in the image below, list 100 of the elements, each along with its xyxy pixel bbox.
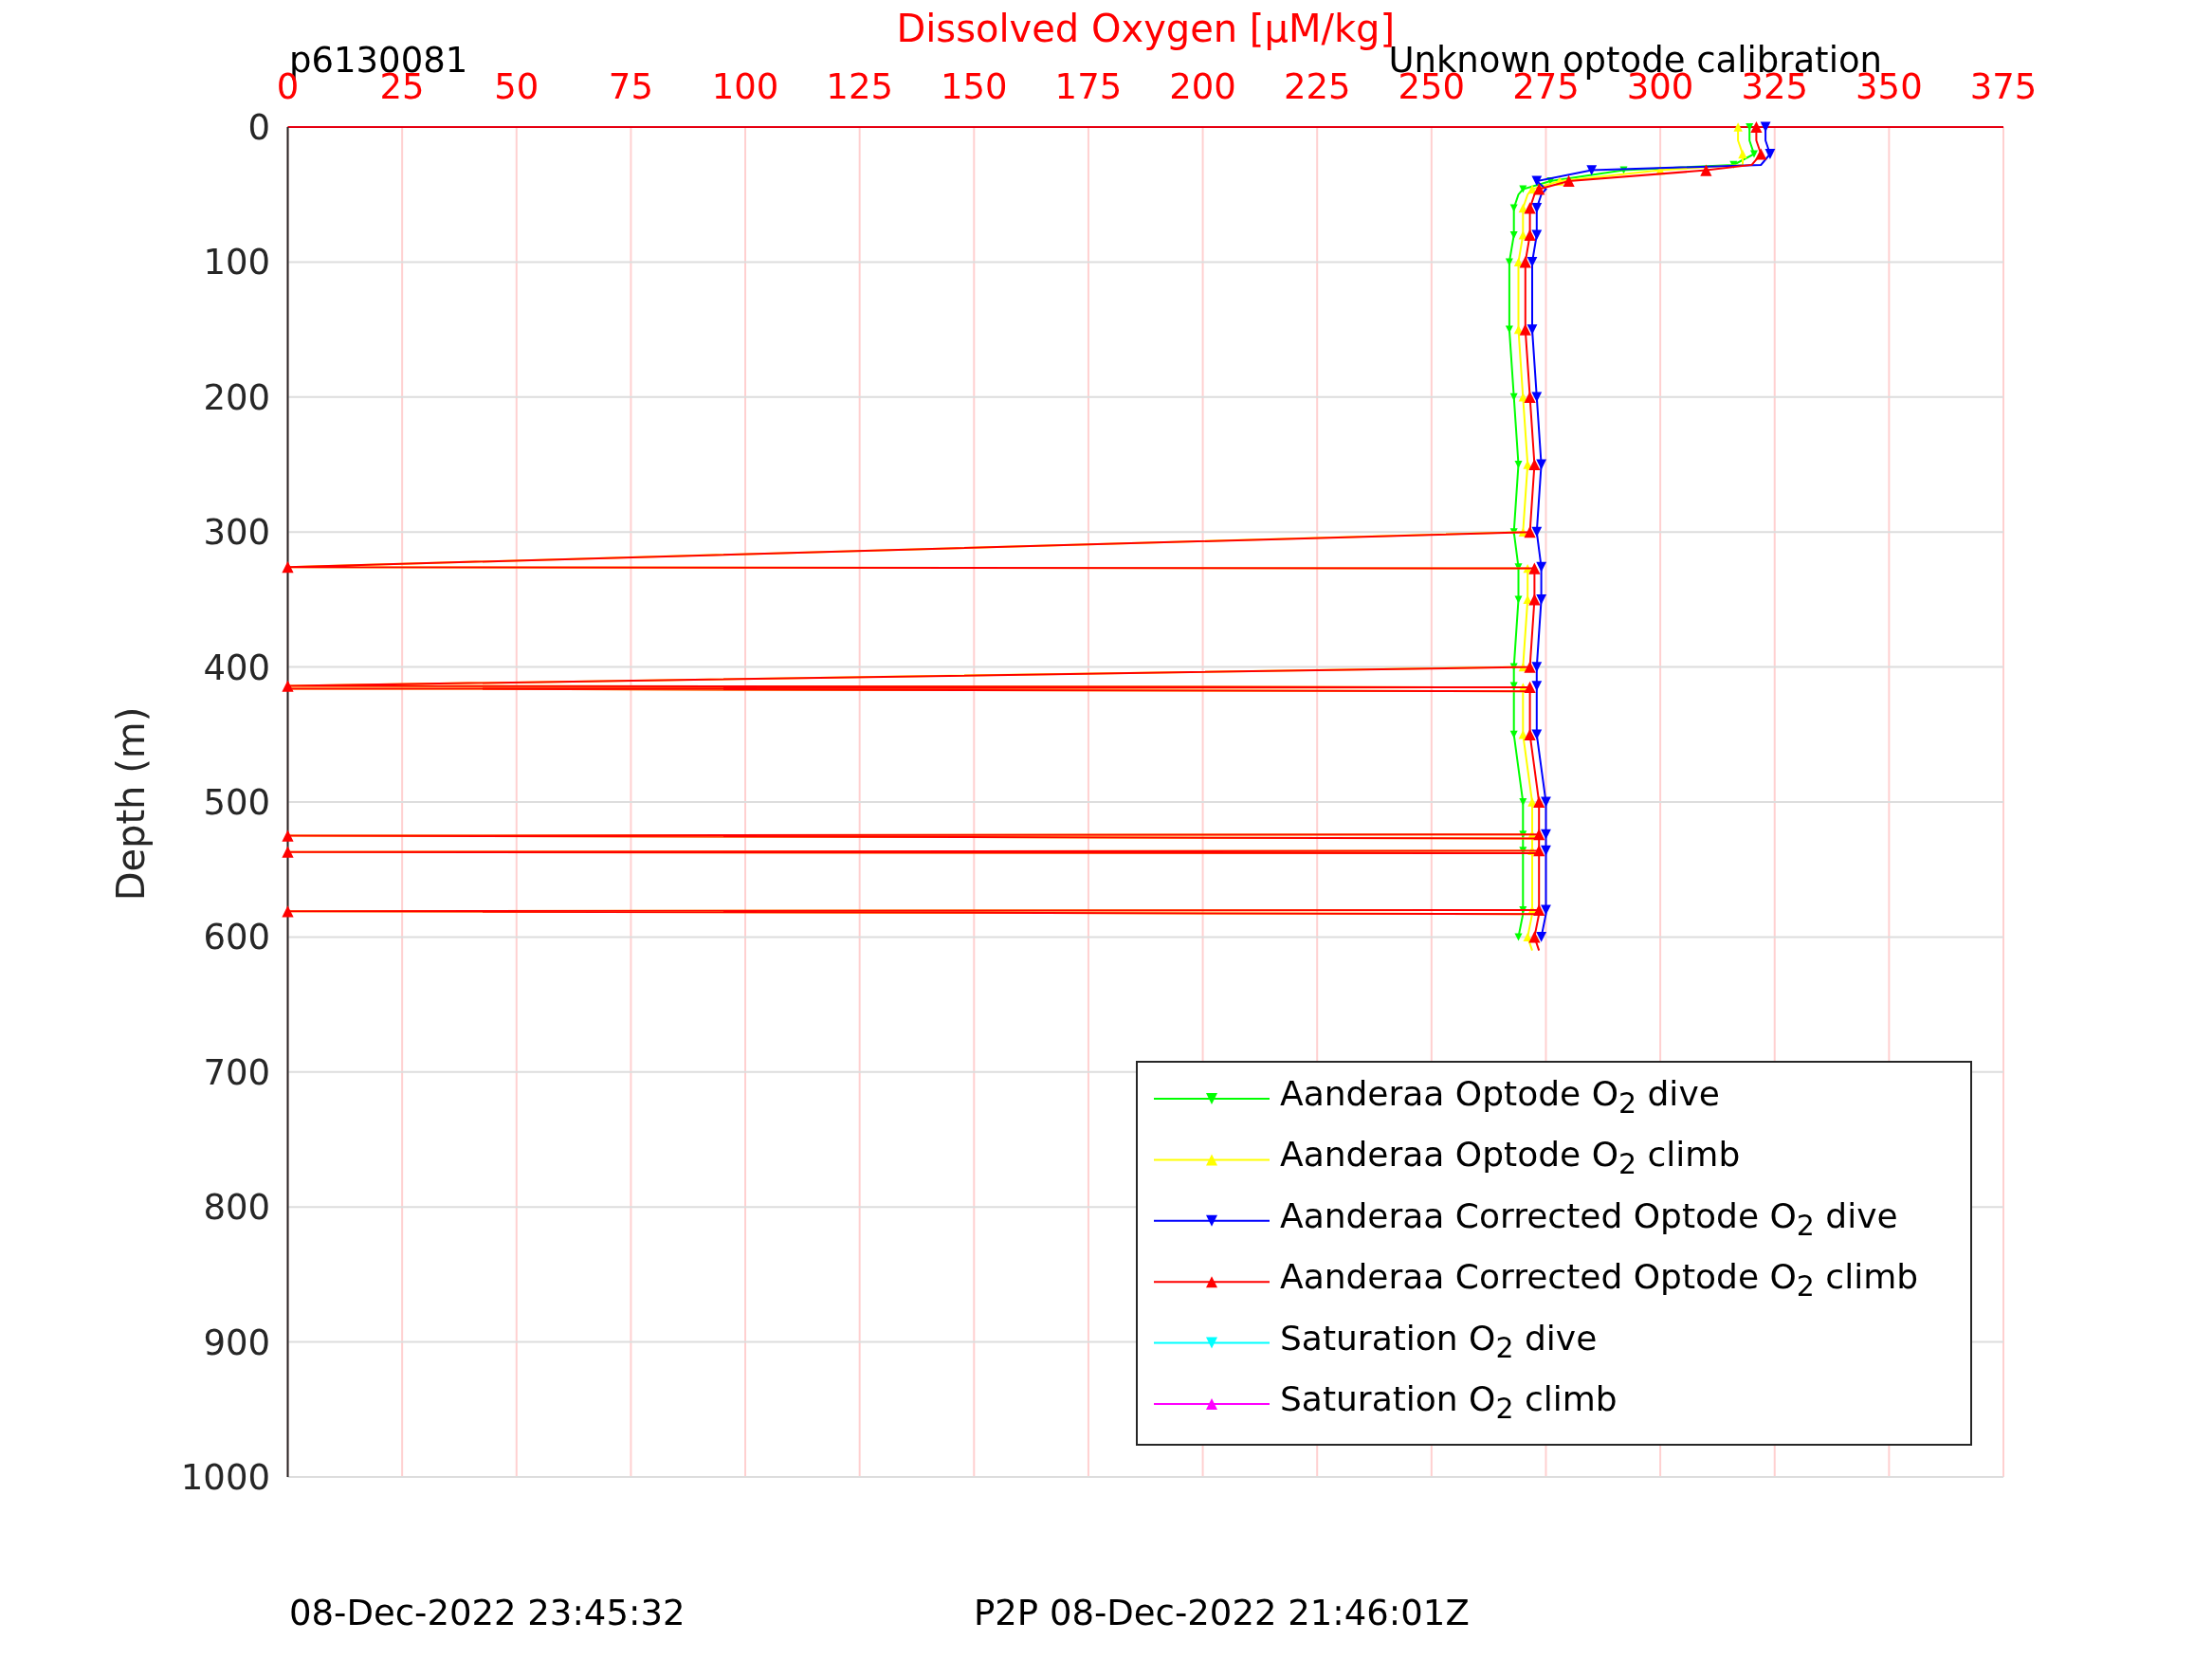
- data-point: [1514, 563, 1523, 572]
- data-point: [1531, 729, 1543, 740]
- legend-label: Aanderaa Corrected Optode O$_{2}$ climb: [1280, 1257, 1919, 1297]
- legend-label: Aanderaa Corrected Optode O$_{2}$ dive: [1280, 1195, 1898, 1235]
- data-point: [1533, 845, 1545, 857]
- data-point: [1518, 730, 1528, 739]
- data-point: [1505, 325, 1513, 334]
- tick-label: 500: [203, 782, 270, 823]
- data-point: [1519, 905, 1527, 914]
- data-point: [1519, 323, 1531, 336]
- tick-label: 300: [203, 512, 270, 554]
- data-point: [1509, 392, 1518, 401]
- data-point: [1505, 258, 1513, 266]
- data-point: [1541, 796, 1551, 808]
- legend-label: Saturation O$_{2}$ dive: [1280, 1318, 1598, 1358]
- data-point: [1533, 903, 1545, 916]
- data-point: [1527, 184, 1537, 194]
- data-point: [1523, 460, 1532, 469]
- data-point: [1528, 458, 1541, 471]
- data-point: [1533, 795, 1545, 809]
- footer-label: 08-Dec-2022 23:45:32: [289, 1593, 686, 1633]
- data-point: [1526, 324, 1538, 335]
- legend-label: Saturation O$_{2}$ climb: [1280, 1379, 1618, 1418]
- data-point: [1509, 204, 1518, 212]
- data-point: [282, 680, 294, 692]
- tick-label: 1000: [180, 1457, 270, 1498]
- data-point: [1531, 203, 1543, 213]
- data-point: [1524, 681, 1536, 694]
- tick-label: 150: [941, 66, 1008, 107]
- data-point: [1509, 730, 1518, 738]
- tick-label: 50: [494, 66, 539, 107]
- data-point: [1509, 682, 1518, 690]
- data-point: [282, 561, 294, 574]
- tick-label: 75: [608, 66, 653, 107]
- tick-label: 175: [1054, 66, 1123, 107]
- tick-label: 375: [1969, 66, 2038, 107]
- data-point: [1531, 662, 1543, 672]
- data-point: [1519, 185, 1527, 193]
- data-point: [1531, 229, 1543, 241]
- data-point: [1519, 830, 1527, 839]
- data-point: [1541, 845, 1551, 856]
- data-point: [282, 846, 294, 858]
- data-point: [1514, 933, 1523, 941]
- data-point: [1536, 932, 1547, 942]
- axis-title: Depth (m): [109, 706, 153, 902]
- data-point: [1518, 392, 1528, 402]
- data-point: [1536, 561, 1547, 573]
- data-point: [1536, 459, 1547, 470]
- tick-label: 400: [203, 647, 270, 688]
- tick-label: 900: [203, 1322, 270, 1363]
- tick-label: 200: [1169, 66, 1236, 107]
- tick-label: 125: [826, 66, 893, 107]
- data-point: [1536, 594, 1547, 605]
- footer-label: P2P 08-Dec-2022 21:46:01Z: [974, 1593, 1470, 1633]
- data-point: [1555, 176, 1564, 186]
- data-point: [1509, 528, 1518, 537]
- data-point: [1760, 121, 1771, 133]
- tick-label: 700: [203, 1051, 270, 1093]
- data-point: [1531, 526, 1543, 538]
- data-point: [1527, 797, 1537, 807]
- data-point: [1524, 728, 1536, 740]
- data-point: [1514, 595, 1523, 604]
- data-point: [1764, 149, 1776, 159]
- legend-label: Aanderaa Optode O$_{2}$ dive: [1280, 1074, 1720, 1113]
- data-point: [1524, 391, 1536, 403]
- data-point: [1586, 165, 1598, 175]
- data-point: [1518, 203, 1528, 213]
- data-point: [1524, 661, 1536, 673]
- data-point: [1527, 830, 1537, 839]
- data-point: [1524, 526, 1536, 538]
- data-point: [1518, 230, 1528, 240]
- data-point: [282, 905, 294, 918]
- data-point: [1531, 175, 1543, 187]
- data-point: [1733, 122, 1743, 132]
- data-point: [1533, 829, 1545, 841]
- tick-label: 600: [203, 917, 270, 958]
- data-point: [1528, 931, 1541, 943]
- data-point: [1700, 164, 1712, 176]
- data-point: [1509, 230, 1518, 239]
- data-point: [1619, 166, 1628, 174]
- data-point: [1541, 829, 1551, 840]
- tick-label: 0: [247, 107, 270, 148]
- data-point: [1519, 256, 1531, 268]
- tick-label: 225: [1283, 66, 1351, 107]
- data-point: [1531, 681, 1543, 691]
- tick-label: 100: [203, 242, 270, 283]
- data-point: [1509, 663, 1518, 671]
- data-point: [1523, 932, 1532, 942]
- data-point: [1531, 392, 1543, 403]
- data-point: [282, 830, 294, 842]
- tick-label: 100: [711, 66, 779, 107]
- data-point: [1519, 847, 1527, 855]
- tick-label: 800: [203, 1187, 270, 1229]
- data-point: [1524, 202, 1536, 214]
- tick-label: 200: [203, 376, 270, 418]
- data-point: [1528, 562, 1541, 574]
- data-point: [1563, 174, 1575, 188]
- data-point: [1738, 149, 1747, 159]
- data-point: [1523, 594, 1532, 605]
- data-point: [1526, 257, 1538, 267]
